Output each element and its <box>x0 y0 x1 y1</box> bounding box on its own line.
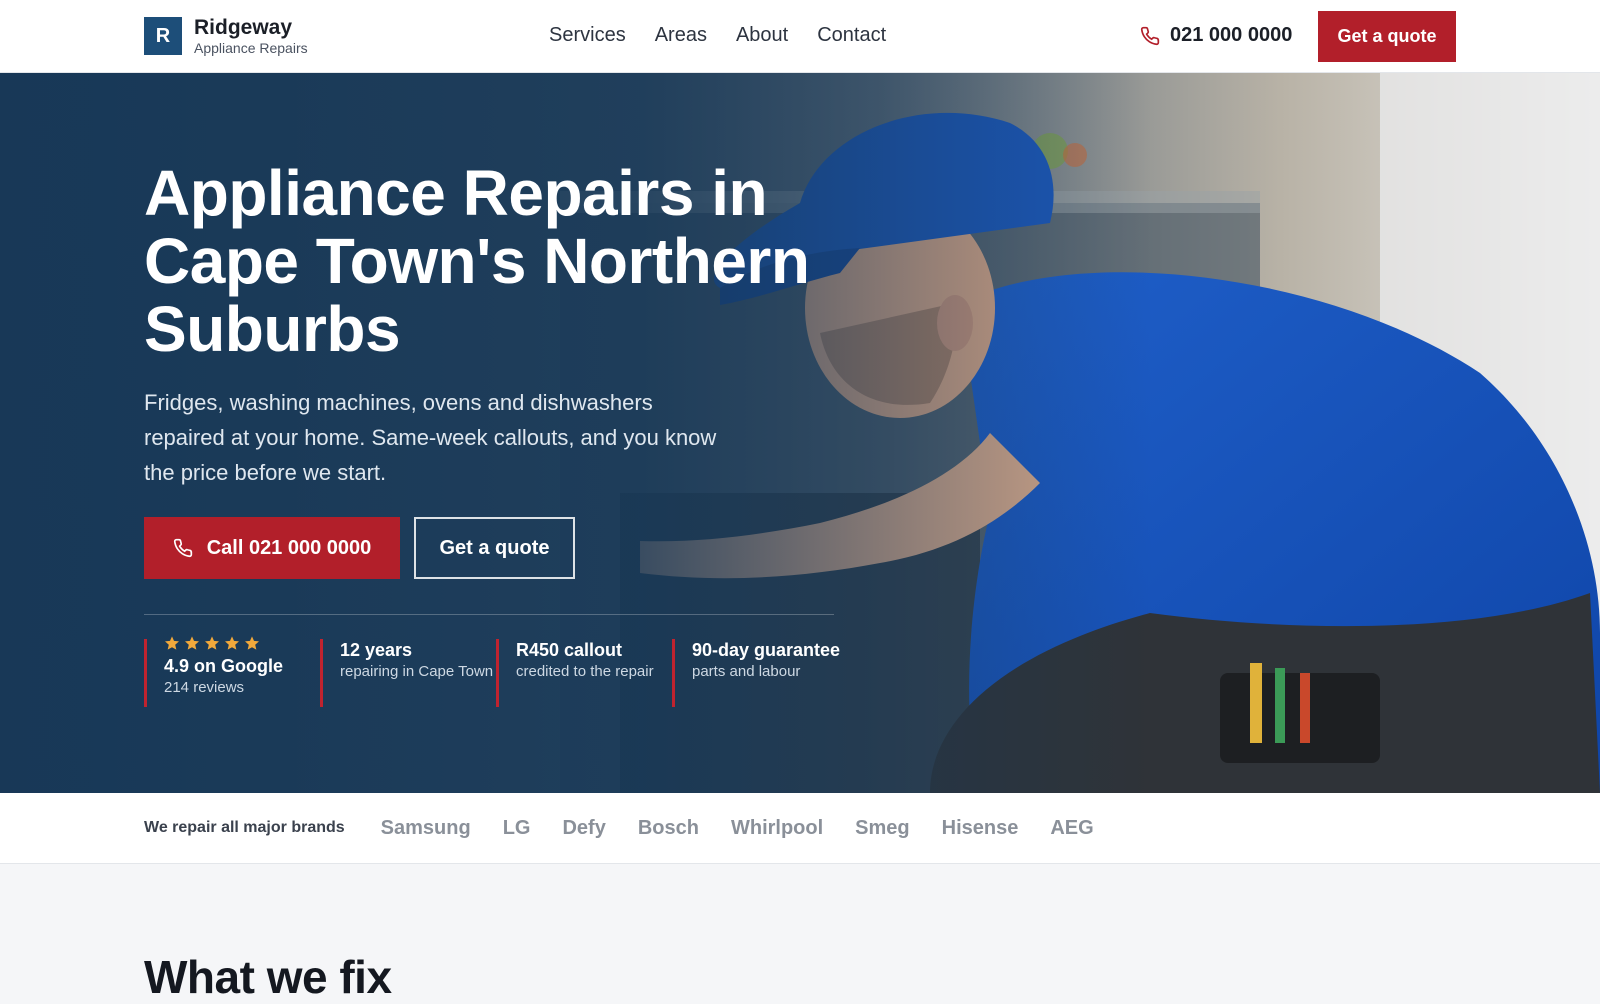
brand-bosch: Bosch <box>637 816 699 839</box>
brand-name: Ridgeway <box>194 16 293 39</box>
stat-years: 12 years repairing in Cape Town <box>320 639 496 707</box>
trust-stats: 4.9 on Google 214 reviews 12 years repai… <box>144 636 848 707</box>
site-header: R Ridgeway Appliance Repairs Services Ar… <box>0 0 1600 73</box>
call-button-label: Call 021 000 0000 <box>206 536 372 559</box>
logo[interactable]: R Ridgeway Appliance Repairs <box>144 17 308 55</box>
stat-desc: parts and labour <box>692 663 801 680</box>
header-phone-number: 021 000 0000 <box>1170 24 1293 46</box>
star-icon <box>205 636 219 650</box>
section-title-what-we-fix: What we fix <box>144 951 392 1003</box>
stat-desc: credited to the repair <box>516 663 654 680</box>
main-nav: Services Areas About Contact <box>549 24 886 47</box>
hero-section: Appliance Repairs in Cape Town's Norther… <box>0 73 1600 793</box>
stat-title: R450 callout <box>516 640 623 660</box>
nav-link-about[interactable]: About <box>736 24 788 47</box>
stat-desc: repairing in Cape Town <box>340 663 494 680</box>
stat-callout: R450 callout credited to the repair <box>496 639 672 707</box>
header-get-quote-button[interactable]: Get a quote <box>1318 11 1456 62</box>
nav-link-contact[interactable]: Contact <box>817 24 886 47</box>
brands-label: We repair all major brands <box>144 819 345 836</box>
brand-smeg: Smeg <box>855 816 910 839</box>
hero-divider <box>144 614 834 615</box>
brand-aeg: AEG <box>1050 816 1094 839</box>
call-button[interactable]: Call 021 000 0000 <box>144 517 400 579</box>
star-icon <box>245 636 259 650</box>
stat-google-rating: 4.9 on Google 214 reviews <box>144 636 320 707</box>
brand-whirlpool: Whirlpool <box>730 816 824 839</box>
brand-lg: LG <box>502 816 531 839</box>
brand-defy: Defy <box>562 816 606 839</box>
nav-link-areas[interactable]: Areas <box>655 24 707 47</box>
brand-samsung: Samsung <box>380 816 471 839</box>
stat-title: 4.9 on Google <box>164 656 284 676</box>
brands-bar: We repair all major brands Samsung LG De… <box>0 793 1600 864</box>
stat-guarantee: 90-day guarantee parts and labour <box>672 639 848 707</box>
phone-icon <box>1140 26 1160 45</box>
header-phone-link[interactable]: 021 000 0000 <box>1140 24 1292 47</box>
star-icon <box>165 636 179 650</box>
nav-link-services[interactable]: Services <box>549 24 626 47</box>
brand-hisense: Hisense <box>941 816 1019 839</box>
stat-title: 12 years <box>340 640 413 660</box>
star-icon <box>225 636 239 650</box>
hero-get-quote-button[interactable]: Get a quote <box>414 517 575 579</box>
logo-mark: R <box>144 17 182 55</box>
rating-stars <box>164 635 320 651</box>
star-icon <box>185 636 199 650</box>
stat-desc: 214 reviews <box>164 679 245 696</box>
stat-title: 90-day guarantee <box>692 640 841 660</box>
phone-icon <box>173 538 192 558</box>
hero-title: Appliance Repairs in Cape Town's Norther… <box>144 157 810 365</box>
hero-subtitle: Fridges, washing machines, ovens and dis… <box>144 390 717 485</box>
brand-subtitle: Appliance Repairs <box>194 40 308 56</box>
